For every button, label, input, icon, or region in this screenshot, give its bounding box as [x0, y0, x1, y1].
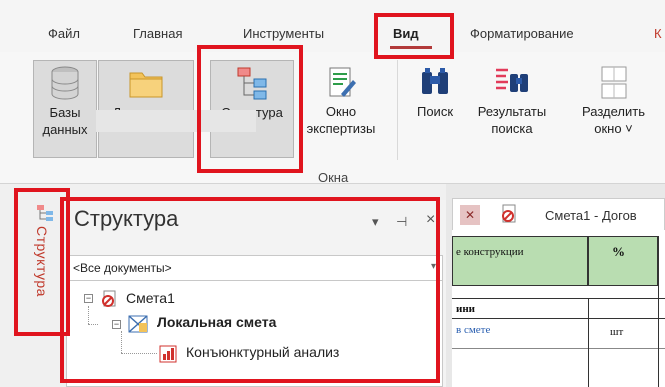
item-row-text[interactable]: в смете	[456, 324, 490, 336]
databases-button[interactable]: Базы данных	[33, 60, 97, 158]
ribbon-separator	[397, 60, 398, 160]
expert-window-icon	[329, 67, 356, 97]
documents-button[interactable]: Документы	[98, 60, 194, 158]
highlight-structure-panel	[60, 197, 440, 383]
close-tab-icon[interactable]: ✕	[460, 205, 480, 225]
column-header-percent: %	[612, 244, 625, 259]
split-window-button[interactable]: Разделить окно ˅	[562, 60, 665, 158]
highlight-structure-button	[197, 45, 303, 173]
tab-file[interactable]: Файл	[48, 26, 80, 41]
tab-tools[interactable]: Инструменты	[243, 26, 324, 41]
search-results-icon	[496, 68, 528, 92]
expert-window-label: Окно экспертизы	[306, 104, 376, 136]
databases-label: Базы данных	[42, 105, 88, 137]
tab-home[interactable]: Главная	[133, 26, 182, 41]
windows-group-label: Окна	[318, 170, 349, 185]
document-tab-title: Смета1 - Догов	[545, 208, 637, 223]
column-divider	[588, 298, 589, 387]
search-results-label: Результаты поиска	[477, 104, 547, 136]
database-icon	[51, 66, 79, 100]
highlight-view-tab	[374, 13, 454, 59]
column-divider	[658, 236, 659, 387]
tab-formatting[interactable]: Форматирование	[470, 26, 574, 41]
binoculars-icon	[422, 68, 448, 94]
column-header-name: е конструкции	[456, 246, 524, 258]
split-window-label: Разделить окно ˅	[582, 104, 645, 136]
row-divider	[452, 318, 665, 319]
search-results-button[interactable]: Результаты поиска	[466, 60, 558, 158]
split-window-icon	[601, 66, 626, 99]
sheet-header-cell	[452, 236, 588, 286]
estimate-icon	[502, 204, 516, 223]
search-label: Поиск	[416, 104, 454, 119]
tab-more[interactable]: К	[654, 26, 662, 41]
ribbon-tab-bar: Файл Главная Инструменты Вид Форматирова…	[0, 0, 665, 52]
expert-window-button[interactable]: Окно экспертизы	[298, 60, 384, 158]
folder-icon	[129, 72, 163, 98]
row-divider	[452, 348, 665, 349]
section-row: ини	[456, 303, 476, 315]
search-button[interactable]: Поиск	[408, 60, 462, 158]
item-row-unit: шт	[610, 326, 624, 338]
row-divider	[452, 298, 665, 299]
